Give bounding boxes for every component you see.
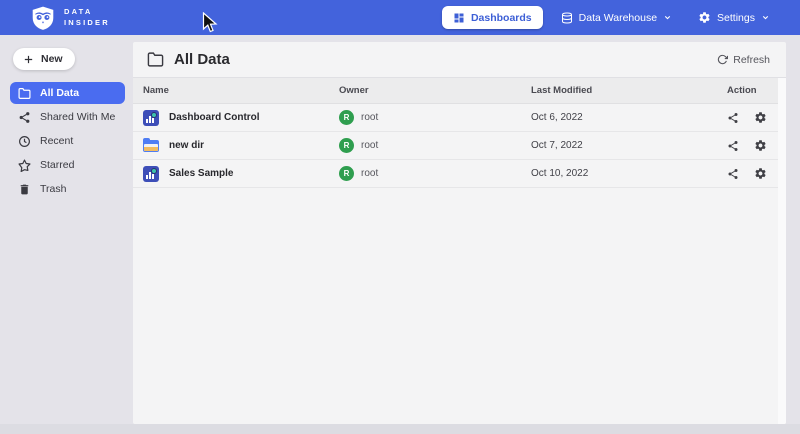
- sidebar-item-shared-with-me[interactable]: Shared With Me: [10, 106, 125, 128]
- last-modified: Oct 6, 2022: [531, 112, 727, 123]
- gear-icon[interactable]: [754, 139, 767, 152]
- top-bar: DATA INSIDER Dashboards Data Warehouse S…: [0, 0, 800, 35]
- chevron-down-icon: [663, 13, 672, 22]
- owner-name: root: [361, 168, 378, 179]
- gear-icon[interactable]: [754, 167, 767, 180]
- dashboard-file-icon: [143, 110, 159, 126]
- folder-icon: [147, 51, 164, 68]
- window-bottom-edge: [0, 424, 800, 434]
- dashboard-file-icon: [143, 166, 159, 182]
- sidebar-item-recent[interactable]: Recent: [10, 130, 125, 152]
- share-icon[interactable]: [727, 112, 739, 124]
- brand-name: DATA INSIDER: [64, 7, 110, 27]
- folder-icon: [18, 87, 31, 100]
- gear-icon: [698, 11, 711, 24]
- column-header-owner: Owner: [339, 85, 531, 96]
- column-header-last-modified: Last Modified: [531, 85, 727, 96]
- gear-icon[interactable]: [754, 111, 767, 124]
- database-icon: [561, 12, 573, 24]
- refresh-label: Refresh: [733, 54, 770, 66]
- new-button[interactable]: New: [13, 48, 75, 70]
- chevron-down-icon: [761, 13, 770, 22]
- nav-dashboards-label: Dashboards: [471, 12, 532, 24]
- sidebar-menu: All Data Shared With Me Recent Starred: [10, 82, 125, 200]
- row-name[interactable]: Sales Sample: [169, 168, 233, 179]
- nav-data-warehouse-label: Data Warehouse: [579, 12, 657, 24]
- sidebar-item-all-data[interactable]: All Data: [10, 82, 125, 104]
- nav-data-warehouse-button[interactable]: Data Warehouse: [553, 12, 680, 24]
- last-modified: Oct 10, 2022: [531, 168, 727, 179]
- sidebar-item-label: Trash: [40, 183, 66, 195]
- share-icon[interactable]: [727, 140, 739, 152]
- nav-settings-button[interactable]: Settings: [690, 11, 778, 24]
- last-modified: Oct 7, 2022: [531, 140, 727, 151]
- nav-settings-label: Settings: [717, 12, 755, 24]
- sidebar-item-label: Recent: [40, 135, 73, 147]
- nav-dashboards-button[interactable]: Dashboards: [442, 6, 543, 29]
- plus-icon: [23, 54, 34, 65]
- brand: DATA INSIDER: [30, 5, 110, 31]
- owner-name: root: [361, 112, 378, 123]
- sidebar-item-label: Starred: [40, 159, 74, 171]
- top-nav: Dashboards Data Warehouse Settings: [442, 6, 778, 29]
- table-row[interactable]: new dir R root Oct 7, 2022: [133, 132, 786, 160]
- owner-avatar: R: [339, 138, 354, 153]
- column-header-name: Name: [143, 85, 339, 96]
- row-name[interactable]: Dashboard Control: [169, 112, 260, 123]
- star-icon: [18, 159, 31, 172]
- main-panel: All Data Refresh Name Owner Last Modifie…: [133, 42, 786, 424]
- owner-name: root: [361, 140, 378, 151]
- owner-avatar: R: [339, 110, 354, 125]
- dashboard-icon: [453, 12, 465, 24]
- share-icon: [18, 111, 31, 124]
- sidebar-item-trash[interactable]: Trash: [10, 178, 125, 200]
- new-button-label: New: [41, 53, 63, 65]
- table-row[interactable]: Sales Sample R root Oct 10, 2022: [133, 160, 786, 188]
- sidebar-item-label: All Data: [40, 87, 79, 99]
- refresh-button[interactable]: Refresh: [717, 54, 770, 66]
- sidebar-item-starred[interactable]: Starred: [10, 154, 125, 176]
- trash-icon: [18, 183, 31, 196]
- clock-icon: [18, 135, 31, 148]
- folder-file-icon: [143, 138, 159, 154]
- page-title: All Data: [174, 51, 230, 68]
- owner-avatar: R: [339, 166, 354, 181]
- table-header: Name Owner Last Modified Action: [133, 78, 786, 104]
- sidebar-item-label: Shared With Me: [40, 111, 115, 123]
- refresh-icon: [717, 54, 728, 65]
- table-row[interactable]: Dashboard Control R root Oct 6, 2022: [133, 104, 786, 132]
- owl-logo-icon: [30, 5, 56, 31]
- scrollbar[interactable]: [778, 78, 786, 424]
- page-title-bar: All Data Refresh: [133, 42, 786, 78]
- share-icon[interactable]: [727, 168, 739, 180]
- sidebar: New All Data Shared With Me Recent: [0, 35, 133, 434]
- row-name[interactable]: new dir: [169, 140, 204, 151]
